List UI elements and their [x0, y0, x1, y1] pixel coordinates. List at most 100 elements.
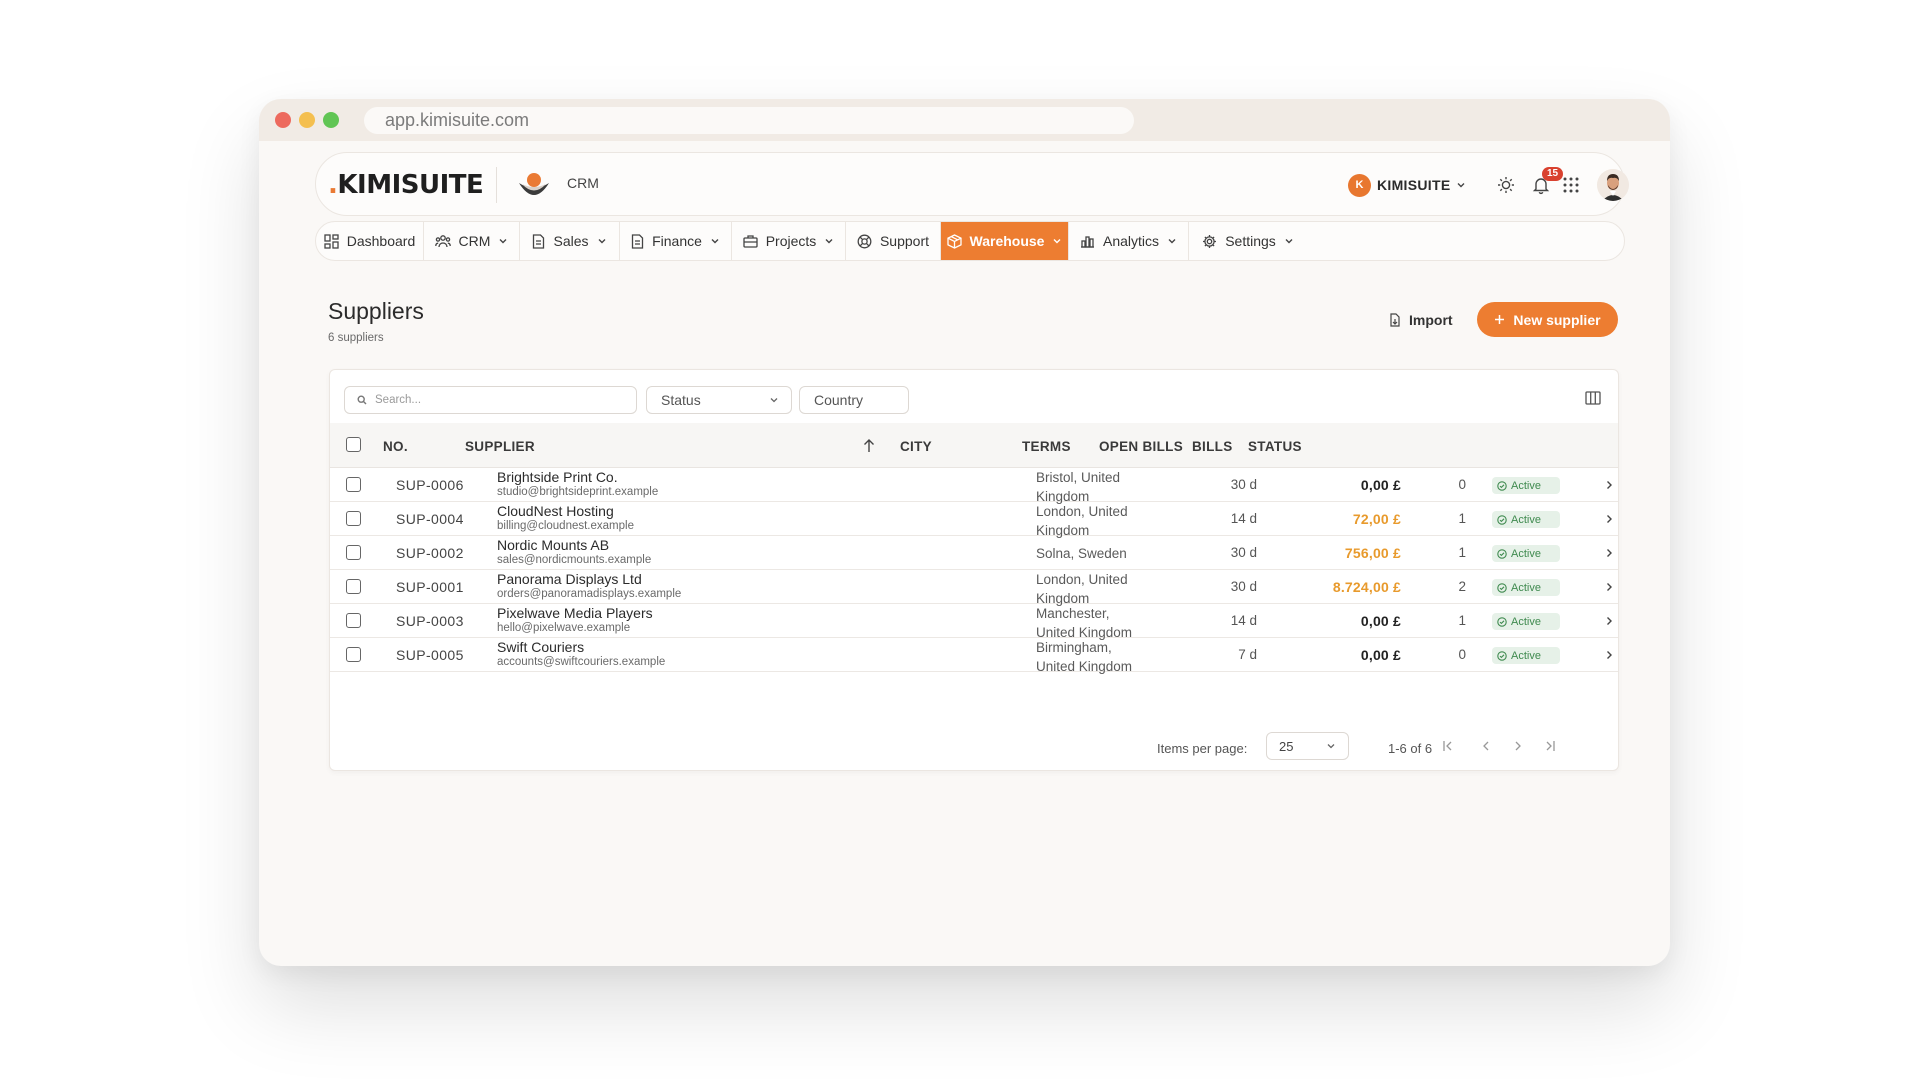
column-header-bills[interactable]: BILLS [1192, 439, 1233, 454]
row-checkbox[interactable] [346, 477, 361, 492]
gear-icon [1203, 234, 1217, 248]
country-filter[interactable]: Country [799, 386, 909, 414]
chevron-down-icon [711, 239, 719, 244]
import-button[interactable]: Import [1389, 307, 1453, 333]
chevron-down-icon [499, 239, 507, 244]
module-label: CRM [567, 175, 599, 191]
nav-item-support[interactable]: Support [846, 222, 941, 260]
supplier-number: SUP-0006 [396, 477, 464, 493]
city-line: Bristol, United [1036, 470, 1121, 485]
table-row[interactable]: SUP-0006 Brightside Print Co. studio@brigh… [330, 468, 1618, 504]
nav-item-finance[interactable]: Finance [620, 222, 732, 260]
next-page-icon[interactable] [1511, 739, 1525, 753]
lifebuoy-icon [857, 234, 872, 248]
column-header-city[interactable]: CITY [900, 439, 932, 454]
supplier-name[interactable]: Pixelwave Media Players [497, 605, 653, 621]
supplier-name[interactable]: Swift Couriers [497, 639, 584, 655]
row-checkbox[interactable] [346, 545, 361, 560]
check-circle-icon [1497, 616, 1507, 627]
supplier-number: SUP-0001 [396, 579, 464, 595]
table-row[interactable]: SUP-0004 CloudNest Hosting billing@cloudne… [330, 502, 1618, 538]
address-bar[interactable]: app.kimisuite.com [364, 107, 1134, 134]
bills-count: 1 [1458, 511, 1466, 526]
chevron-down-icon [770, 398, 778, 403]
kimisuite-logo[interactable]: .KIMISUITE [328, 170, 484, 200]
bills-count: 2 [1458, 579, 1466, 594]
nav-item-dashboard[interactable]: Dashboard [316, 222, 424, 260]
chevron-right-icon[interactable] [1603, 649, 1615, 661]
first-page-icon[interactable] [1441, 739, 1455, 753]
nav-item-warehouse[interactable]: Warehouse [941, 222, 1069, 260]
column-header-status[interactable]: STATUS [1248, 439, 1302, 454]
city-line: London, United [1036, 572, 1128, 587]
import-file-icon [1390, 313, 1400, 327]
row-checkbox[interactable] [346, 647, 361, 662]
table-row[interactable]: SUP-0005 Swift Couriers accounts@swiftcour… [330, 638, 1618, 674]
nav-item-sales[interactable]: Sales [520, 222, 620, 260]
row-checkbox[interactable] [346, 579, 361, 594]
supplier-name[interactable]: Brightside Print Co. [497, 469, 618, 485]
supplier-city: Bristol, United Kingdom [1036, 468, 1156, 506]
user-avatar[interactable] [1597, 169, 1629, 201]
chevron-right-icon[interactable] [1603, 513, 1615, 525]
suppliers-table-card: Search... Status Country NO. SUPPLIER CI… [329, 369, 1619, 771]
supplier-name[interactable]: Panorama Displays Ltd [497, 571, 642, 587]
chevron-right-icon[interactable] [1603, 615, 1615, 627]
status-badge: Active [1492, 613, 1560, 630]
columns-icon[interactable] [1585, 391, 1601, 405]
column-header-terms[interactable]: TERMS [1022, 439, 1071, 454]
main-nav: Dashboard CRM Sales Finance Projects Sup… [315, 221, 1625, 261]
nav-item-settings[interactable]: Settings [1189, 222, 1307, 260]
crm-module-logo-icon [519, 173, 549, 195]
apps-grid-button[interactable] [1559, 173, 1583, 197]
row-checkbox[interactable] [346, 511, 361, 526]
document-icon [533, 233, 545, 249]
row-checkbox[interactable] [346, 613, 361, 628]
plus-icon [1495, 315, 1505, 324]
table-row[interactable]: SUP-0003 Pixelwave Media Players hello@pix… [330, 604, 1618, 640]
payment-terms: 14 d [1230, 613, 1257, 628]
open-bills-amount: 8.724,00 £ [1332, 579, 1401, 595]
close-window-button[interactable] [275, 112, 291, 128]
chevron-right-icon[interactable] [1603, 581, 1615, 593]
chevron-right-icon[interactable] [1603, 479, 1615, 491]
select-all-checkbox[interactable] [346, 437, 361, 452]
status-filter-select[interactable]: Status [646, 386, 792, 414]
sort-ascending-icon[interactable] [863, 439, 875, 453]
column-header-no[interactable]: NO. [383, 439, 408, 454]
theme-toggle-button[interactable] [1494, 173, 1518, 197]
supplier-name[interactable]: Nordic Mounts AB [497, 537, 609, 553]
nav-item-crm[interactable]: CRM [424, 222, 520, 260]
table-row[interactable]: SUP-0001 Panorama Displays Ltd orders@pano… [330, 570, 1618, 606]
open-bills-amount: 0,00 £ [1360, 477, 1401, 493]
minimize-window-button[interactable] [299, 112, 315, 128]
document-icon [631, 233, 644, 249]
supplier-city: London, United Kingdom [1036, 502, 1156, 540]
open-bills-amount: 0,00 £ [1360, 613, 1401, 629]
supplier-email: sales@nordicmounts.example [497, 554, 652, 566]
chevron-right-icon[interactable] [1603, 547, 1615, 559]
chevron-down-icon [1168, 239, 1176, 244]
open-bills-amount: 0,00 £ [1360, 647, 1401, 663]
supplier-city: Birmingham, United Kingdom [1036, 638, 1156, 676]
search-input[interactable]: Search... [344, 386, 637, 414]
items-per-page-select[interactable]: 25 [1266, 732, 1349, 760]
nav-item-projects[interactable]: Projects [732, 222, 846, 260]
city-line: United Kingdom [1036, 659, 1133, 674]
supplier-email: accounts@swiftcouriers.example [497, 656, 666, 668]
column-header-supplier[interactable]: SUPPLIER [465, 439, 535, 454]
chevron-down-icon [1327, 744, 1335, 749]
supplier-name[interactable]: CloudNest Hosting [497, 503, 614, 519]
maximize-window-button[interactable] [323, 112, 339, 128]
supplier-city: Manchester, United Kingdom [1036, 604, 1156, 642]
org-switcher[interactable]: K KIMISUITE [1348, 172, 1466, 198]
chevron-down-icon [825, 239, 833, 244]
column-header-open-bills[interactable]: OPEN BILLS [1099, 439, 1183, 454]
city-line: London, United [1036, 504, 1128, 519]
new-supplier-button[interactable]: New supplier [1477, 302, 1618, 337]
previous-page-icon[interactable] [1479, 739, 1493, 753]
table-row[interactable]: SUP-0002 Nordic Mounts AB sales@nordicmoun… [330, 536, 1618, 570]
last-page-icon[interactable] [1543, 739, 1557, 753]
chevron-down-icon [1053, 239, 1061, 244]
nav-item-analytics[interactable]: Analytics [1069, 222, 1189, 260]
